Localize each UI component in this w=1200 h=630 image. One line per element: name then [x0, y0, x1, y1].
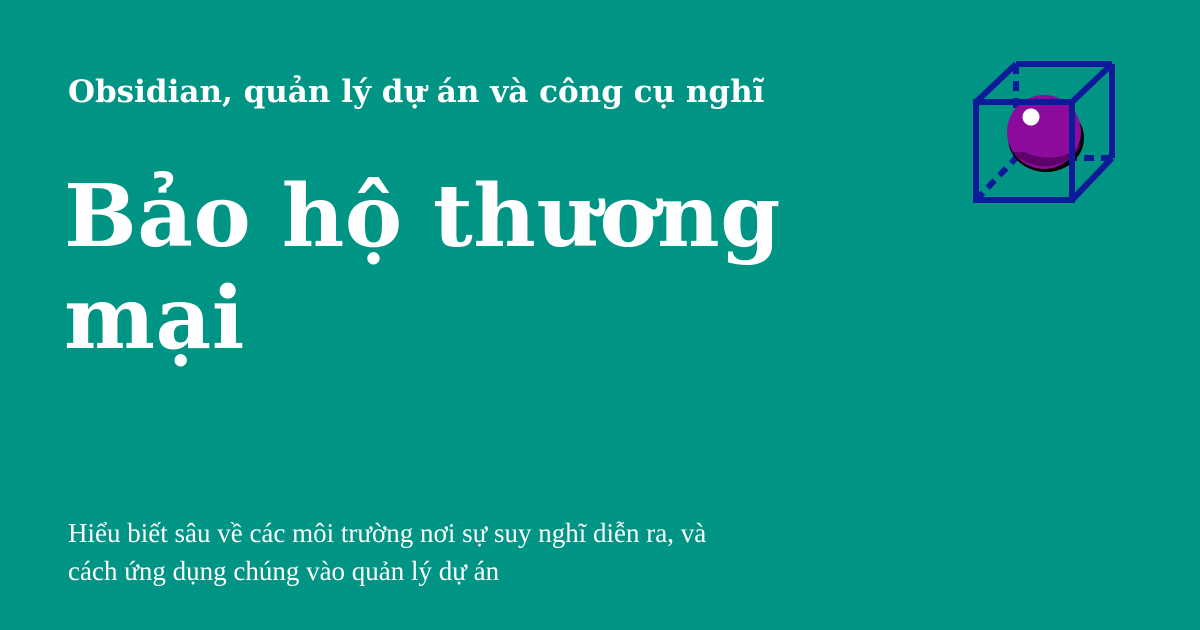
social-card: Obsidian, quản lý dự án và công cụ nghĩ … — [0, 0, 1200, 630]
cube-sphere-icon — [973, 61, 1115, 203]
page-description: Hiểu biết sâu về các môi trường nơi sự s… — [68, 514, 888, 590]
page-title: Bảo hộ thương mại — [64, 166, 781, 369]
site-subtitle: Obsidian, quản lý dự án và công cụ nghĩ — [68, 74, 765, 110]
description-line-1: Hiểu biết sâu về các môi trường nơi sự s… — [68, 518, 707, 548]
description-line-2: cách ứng dụng chúng vào quản lý dự án — [68, 556, 500, 586]
